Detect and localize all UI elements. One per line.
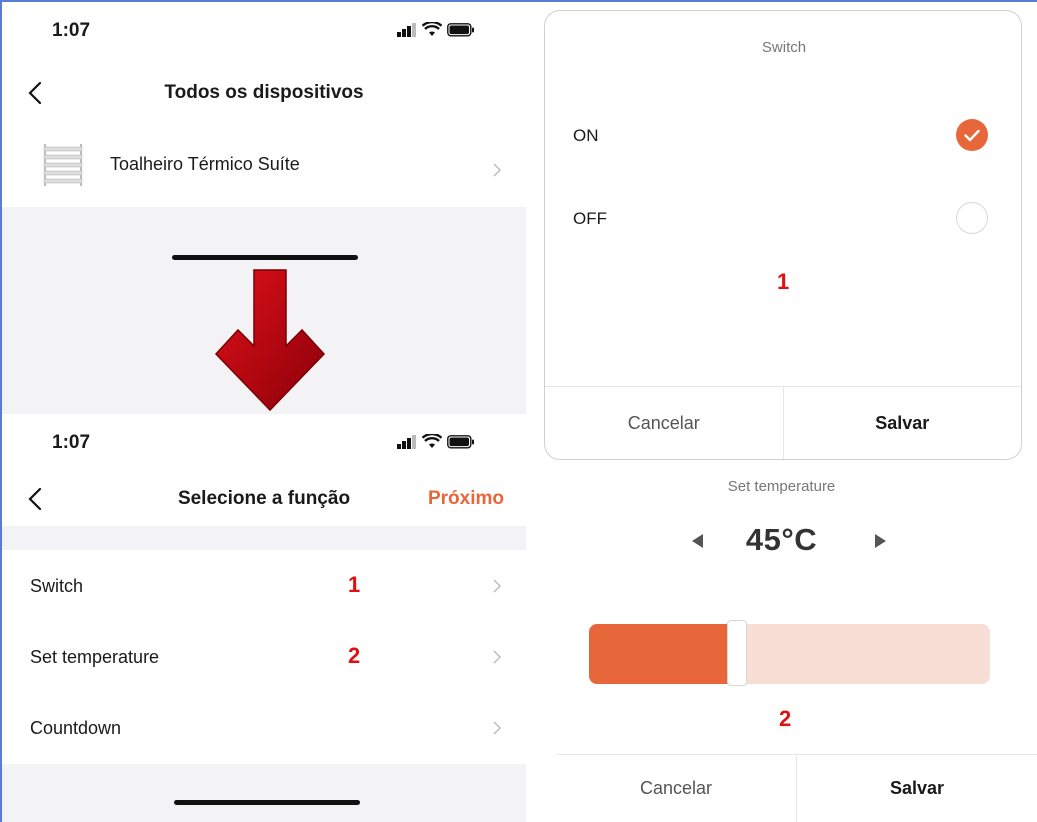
dialog-title: Set temperature [727,478,836,495]
function-label: Switch [30,576,84,596]
nav-bar-bottom: Selecione a função Próximo [2,478,526,524]
switch-dialog: Switch ON OFF 1 Cancelar Salvar [544,10,1022,460]
option-label: OFF [573,209,607,228]
arrow-down-icon [214,269,326,412]
annotation-marker: 1 [348,572,361,597]
function-row-switch[interactable]: Switch 1 [2,550,526,621]
signal-icon [397,434,416,449]
dialog-title: Switch [761,39,807,56]
status-time: 1:07 [52,20,91,41]
towel-rail-icon [43,144,83,186]
status-icons [397,434,475,449]
status-time: 1:07 [52,432,91,453]
dialog-buttons: Cancelar Salvar [545,386,1022,459]
option-label: ON [573,126,599,145]
home-indicator [172,255,358,260]
cancel-button[interactable]: Cancelar [545,387,784,459]
left-panel: 1:07 Todos os dispositivos Toalheiro Tér… [2,2,526,822]
function-row-countdown[interactable]: Countdown [2,692,526,763]
status-bar-bottom: 1:07 [2,414,526,464]
option-on[interactable]: ON [545,116,1021,156]
wifi-icon [422,434,442,448]
cancel-button[interactable]: Cancelar [556,755,797,822]
page-title: Todos os dispositivos [164,82,364,103]
slider-handle[interactable] [727,620,747,686]
function-label: Countdown [30,718,122,738]
save-button[interactable]: Salvar [784,387,1022,459]
temperature-dialog: Set temperature 45°C 2 Cancelar Salvar [526,462,1037,822]
temperature-value: 45°C [745,522,818,557]
slider-fill [589,624,737,684]
chevron-right-icon [493,163,502,177]
nav-bar-top: Todos os dispositivos [2,72,526,118]
chevron-right-icon [493,721,502,735]
annotation-marker: 1 [777,269,790,294]
save-button[interactable]: Salvar [797,755,1037,822]
device-row[interactable]: Toalheiro Térmico Suíte [2,132,526,206]
signal-icon [397,22,416,37]
wifi-icon [422,22,442,36]
home-indicator [174,800,360,805]
battery-icon [447,434,474,449]
status-bar-top: 1:07 [2,2,526,52]
temperature-slider[interactable] [589,624,990,684]
function-row-set-temperature[interactable]: Set temperature 2 [2,621,526,692]
increase-arrow-icon[interactable] [875,534,886,548]
option-off[interactable]: OFF [545,199,1021,239]
chevron-right-icon [493,579,502,593]
annotation-marker: 2 [779,706,792,731]
function-label: Set temperature [30,647,160,667]
chevron-right-icon [493,650,502,664]
checked-radio-icon[interactable] [956,119,988,151]
status-icons [397,22,475,37]
battery-icon [447,22,474,37]
device-name: Toalheiro Térmico Suíte [110,154,300,174]
dialog-buttons: Cancelar Salvar [556,754,1037,822]
bottom-area [2,764,526,822]
function-list: Switch 1 Set temperature 2 Countdown [2,550,526,763]
annotation-marker: 2 [348,643,361,668]
section-gap [2,526,526,550]
unchecked-radio-icon[interactable] [956,202,988,234]
next-button[interactable]: Próximo [428,488,504,510]
